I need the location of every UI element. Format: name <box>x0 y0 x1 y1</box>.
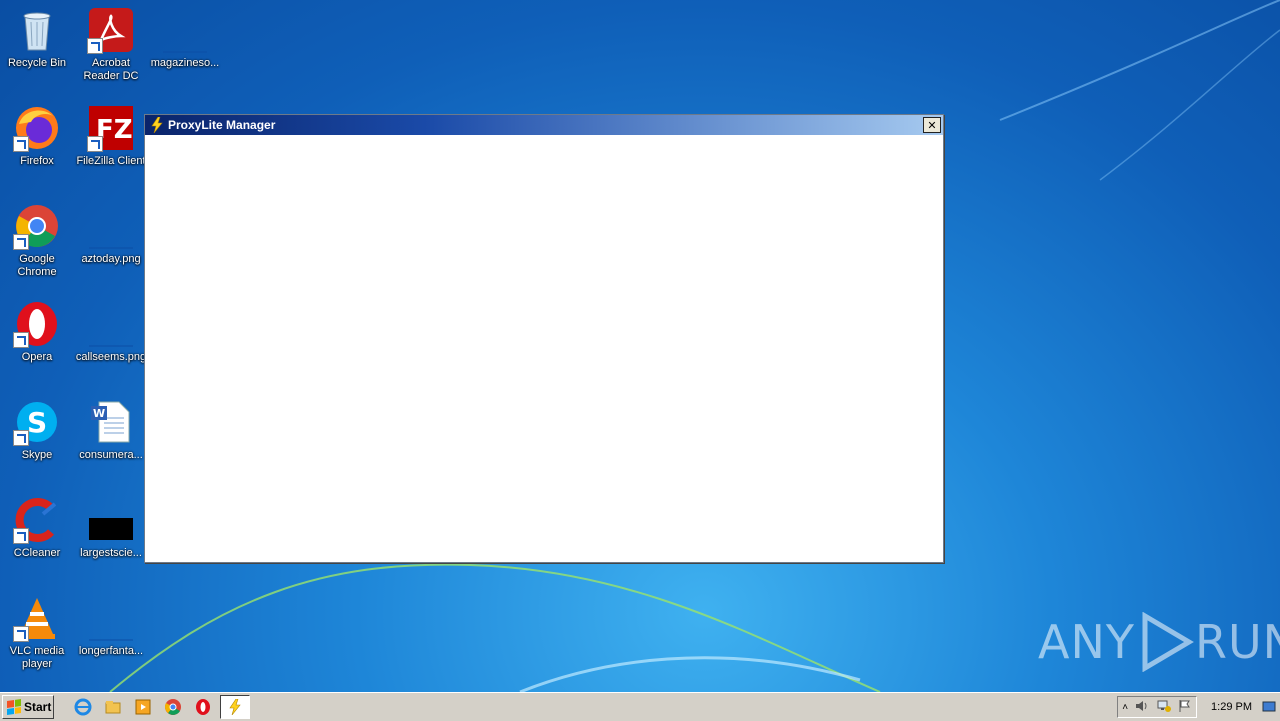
media-player-icon[interactable] <box>130 695 156 719</box>
lightning-icon <box>150 116 164 134</box>
skype-icon: S <box>13 398 61 446</box>
desktop-icon-label: Google Chrome <box>17 253 57 278</box>
taskbar: Start ˄ 1:29 PM <box>0 692 1280 721</box>
desktop-icon-chrome[interactable]: Google Chrome <box>0 202 74 279</box>
desktop-icon-filezilla[interactable]: FZ FileZilla Client <box>74 104 148 168</box>
system-tray: ˄ 1:29 PM <box>1117 696 1280 718</box>
chrome-icon <box>13 202 61 250</box>
action-center-flag-icon[interactable] <box>1178 699 1192 716</box>
opera-icon <box>13 300 61 348</box>
desktop-icon-callseems[interactable]: callseems.png <box>74 300 148 364</box>
blank-file-icon <box>87 300 135 348</box>
shortcut-arrow-icon <box>13 430 29 446</box>
windows-logo-icon <box>7 699 21 715</box>
desktop-icon-label: consumera... <box>79 449 143 461</box>
desktop-icon-vlc[interactable]: VLC media player <box>0 594 74 671</box>
close-icon: ✕ <box>927 118 937 132</box>
shortcut-arrow-icon <box>13 136 29 152</box>
desktop-icon-label: FileZilla Client <box>76 155 146 167</box>
desktop-icon-label: largestscie... <box>80 547 142 559</box>
window-titlebar[interactable]: ProxyLite Manager ✕ <box>145 115 943 135</box>
opera-icon[interactable] <box>190 695 216 719</box>
shortcut-arrow-icon <box>13 626 29 642</box>
explorer-icon[interactable] <box>100 695 126 719</box>
clock[interactable]: 1:29 PM <box>1197 701 1262 713</box>
acrobat-icon <box>87 6 135 54</box>
firefox-icon <box>13 104 61 152</box>
desktop-icon-label: VLC media player <box>9 645 65 670</box>
desktop-icon-label: longerfanta... <box>78 645 144 657</box>
desktop-icon-aztoday[interactable]: aztoday.png <box>74 202 148 266</box>
desktop-icon-firefox[interactable]: Firefox <box>0 104 74 168</box>
desktop-icon-label: Firefox <box>20 155 54 167</box>
volume-icon[interactable] <box>1134 699 1150 716</box>
shortcut-arrow-icon <box>13 332 29 348</box>
watermark-text-left: ANY <box>1038 615 1135 669</box>
word-document-icon: W <box>87 398 135 446</box>
desktop-icon-longerfanta[interactable]: longerfanta... <box>74 594 148 658</box>
show-desktop-icon[interactable] <box>1262 700 1276 714</box>
desktop-icon-label: CCleaner <box>13 547 61 559</box>
ccleaner-icon <box>13 496 61 544</box>
anyrun-watermark: ANY RUN <box>1038 612 1280 672</box>
desktop-icon-largestscie[interactable]: largestscie... <box>74 496 148 560</box>
shortcut-arrow-icon <box>13 528 29 544</box>
network-icon[interactable] <box>1156 699 1172 716</box>
start-button[interactable]: Start <box>2 695 54 719</box>
watermark-text-right: RUN <box>1194 615 1280 669</box>
desktop-icon-label: aztoday.png <box>81 253 141 265</box>
shortcut-arrow-icon <box>87 136 103 152</box>
svg-text:W: W <box>93 407 105 420</box>
internet-explorer-icon[interactable] <box>70 695 96 719</box>
desktop-icon-label: Recycle Bin <box>7 57 67 69</box>
desktop-icon-magazineso[interactable]: magazineso... <box>148 6 222 70</box>
proxylite-taskbar-button[interactable] <box>220 695 250 719</box>
window-content <box>145 135 943 561</box>
desktop-icon-opera[interactable]: Opera <box>0 300 74 364</box>
svg-text:S: S <box>27 406 47 439</box>
blank-file-icon <box>87 202 135 250</box>
desktop-icon-label: Opera <box>21 351 53 363</box>
start-label: Start <box>24 700 52 714</box>
vlc-icon <box>13 594 61 642</box>
desktop-icon-label: Skype <box>21 449 53 461</box>
chrome-icon[interactable] <box>160 695 186 719</box>
close-button[interactable]: ✕ <box>923 117 941 133</box>
desktop-icon-skype[interactable]: S Skype <box>0 398 74 462</box>
show-hidden-icons-icon[interactable]: ˄ <box>1122 702 1128 713</box>
shortcut-arrow-icon <box>87 38 103 54</box>
window-title: ProxyLite Manager <box>168 118 276 132</box>
desktop-icon-consumera[interactable]: W consumera... <box>74 398 148 462</box>
blank-file-icon <box>161 6 209 54</box>
desktop-icon-ccleaner[interactable]: CCleaner <box>0 496 74 560</box>
desktop-icon-label: callseems.png <box>75 351 147 363</box>
desktop-icon-label: Acrobat Reader DC <box>83 57 139 82</box>
desktop-icon-acrobat[interactable]: Acrobat Reader DC <box>74 6 148 83</box>
lightning-icon <box>229 699 241 715</box>
shortcut-arrow-icon <box>13 234 29 250</box>
black-image-thumbnail-icon <box>87 496 135 544</box>
recycle-bin-icon <box>13 6 61 54</box>
proxylite-window[interactable]: ProxyLite Manager ✕ <box>144 114 944 563</box>
blank-file-icon <box>87 594 135 642</box>
notification-area: ˄ <box>1117 696 1198 718</box>
play-logo-icon <box>1142 612 1194 672</box>
filezilla-icon: FZ <box>87 104 135 152</box>
desktop-icon-label: magazineso... <box>150 57 220 69</box>
desktop-icon-recycle-bin[interactable]: Recycle Bin <box>0 6 74 70</box>
